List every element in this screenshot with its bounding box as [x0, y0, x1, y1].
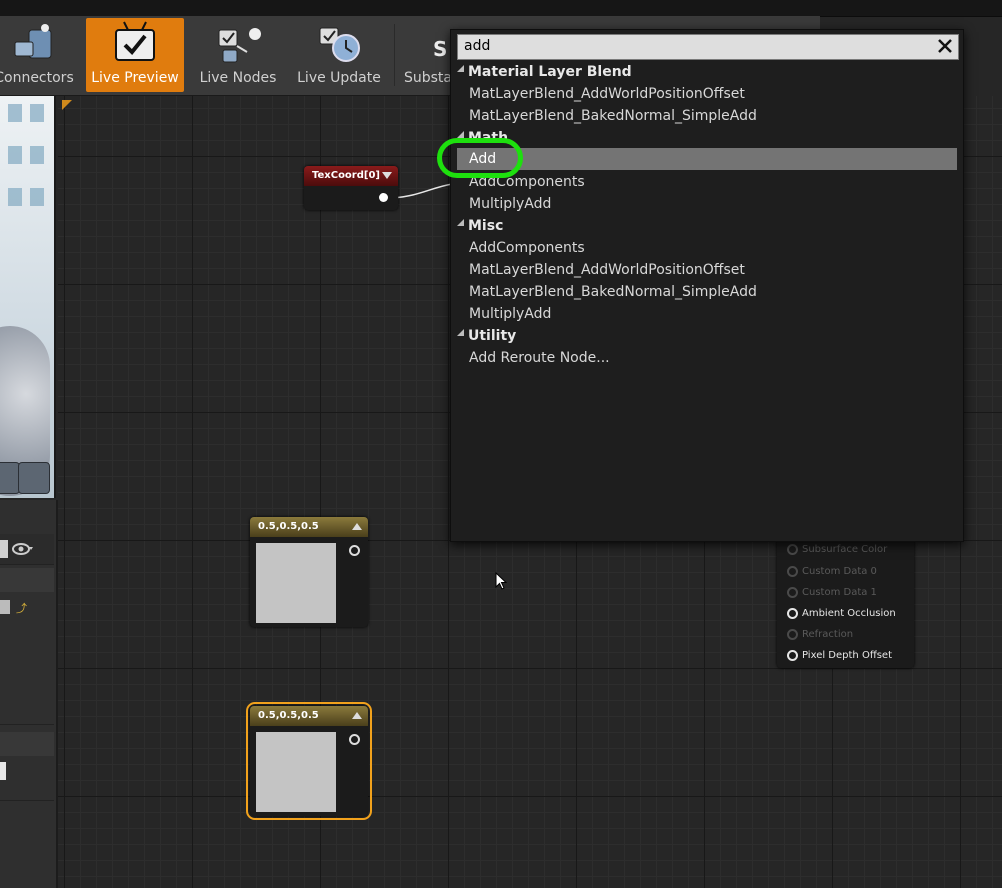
- color-preview: [256, 543, 336, 623]
- input-pin-pixel-depth-offset[interactable]: Pixel Depth Offset: [787, 649, 892, 663]
- annotation-highlight-ring: [437, 138, 523, 178]
- texcoord-wire: [391, 183, 453, 199]
- output-pin[interactable]: [349, 545, 360, 556]
- menu-item-add-selected[interactable]: Add: [457, 148, 957, 170]
- node-collapse-arrow[interactable]: [382, 172, 392, 179]
- menu-item[interactable]: MatLayerBlend_BakedNormal_SimpleAdd: [457, 281, 957, 303]
- menu-item[interactable]: MultiplyAdd: [457, 303, 957, 325]
- category-material-layer-blend[interactable]: Material Layer Blend: [457, 61, 632, 83]
- mouse-cursor-icon: [495, 572, 508, 590]
- input-pin-custom-data-0[interactable]: Custom Data 0: [787, 565, 877, 579]
- material-result-node[interactable]: Subsurface Color Custom Data 0 Custom Da…: [777, 540, 914, 668]
- category-misc[interactable]: Misc: [457, 215, 503, 237]
- output-pin[interactable]: [349, 734, 360, 745]
- constant3vector-node-selected[interactable]: 0.5,0.5,0.5: [246, 702, 372, 820]
- input-pin-ambient-occlusion[interactable]: Ambient Occlusion: [787, 607, 896, 621]
- node-collapse-arrow[interactable]: [352, 523, 362, 530]
- menu-item[interactable]: MatLayerBlend_AddWorldPositionOffset: [457, 83, 957, 105]
- node-title: 0.5,0.5,0.5: [250, 517, 368, 537]
- node-title: 0.5,0.5,0.5: [250, 706, 368, 726]
- search-input[interactable]: [464, 36, 934, 56]
- menu-item[interactable]: MultiplyAdd: [457, 193, 957, 215]
- menu-item[interactable]: AddComponents: [457, 171, 957, 193]
- node-search-menu: Material Layer Blend MatLayerBlend_AddWo…: [450, 29, 964, 542]
- input-pin-refraction[interactable]: Refraction: [787, 628, 853, 642]
- node-collapse-arrow[interactable]: [352, 712, 362, 719]
- input-pin-subsurface-color[interactable]: Subsurface Color: [787, 543, 887, 557]
- color-preview: [256, 732, 336, 812]
- search-box: [457, 34, 959, 60]
- category-utility[interactable]: Utility: [457, 325, 516, 347]
- menu-item[interactable]: MatLayerBlend_BakedNormal_SimpleAdd: [457, 105, 957, 127]
- input-pin-custom-data-1[interactable]: Custom Data 1: [787, 586, 877, 600]
- menu-item[interactable]: MatLayerBlend_AddWorldPositionOffset: [457, 259, 957, 281]
- menu-item[interactable]: AddComponents: [457, 237, 957, 259]
- output-pin[interactable]: [379, 193, 388, 202]
- texcoord-node[interactable]: TexCoord[0]: [304, 166, 398, 210]
- close-icon[interactable]: [936, 37, 954, 55]
- menu-item[interactable]: Add Reroute Node...: [457, 347, 957, 369]
- constant3vector-node[interactable]: 0.5,0.5,0.5: [250, 517, 368, 627]
